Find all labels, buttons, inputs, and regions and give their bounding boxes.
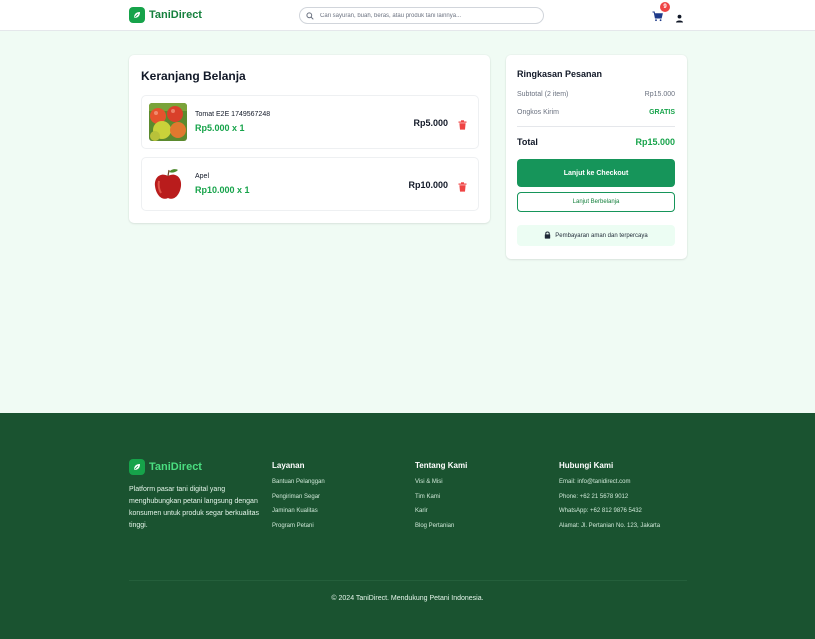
cart-item: Apel Rp10.000 x 1 Rp10.000 — [141, 157, 479, 211]
search-bar[interactable] — [299, 7, 544, 24]
total-label: Total — [517, 137, 538, 147]
footer-link[interactable]: Karir — [415, 508, 467, 523]
item-price-qty: Rp5.000 x 1 — [195, 123, 245, 133]
brand-logo[interactable]: TaniDirect — [129, 7, 202, 23]
trash-icon[interactable] — [458, 117, 467, 130]
top-header: TaniDirect 9 — [0, 0, 815, 31]
product-image-apple[interactable] — [149, 165, 187, 203]
secure-payment-text: Pembayaran aman dan terpercaya — [555, 232, 648, 239]
item-total: Rp10.000 — [408, 180, 448, 190]
contact-address: Alamat: Jl. Pertanian No. 123, Jakarta — [559, 522, 661, 529]
total-value: Rp15.000 — [635, 137, 675, 147]
item-total: Rp5.000 — [413, 118, 448, 128]
footer-column-title: Hubungi Kami — [559, 461, 614, 470]
subtotal-row: Subtotal (2 item) Rp15.000 — [517, 91, 675, 98]
user-icon — [676, 14, 683, 23]
footer-link[interactable]: Program Petani — [272, 523, 325, 538]
leaf-icon — [129, 7, 145, 23]
footer-column-contact: Hubungi Kami Email: info@tanidirect.com … — [559, 461, 660, 537]
trash-icon[interactable] — [458, 179, 467, 192]
footer-link[interactable]: Blog Pertanian — [415, 523, 467, 538]
continue-shopping-button[interactable]: Lanjut Berbelanja — [517, 192, 675, 212]
footer-link[interactable]: Tim Kami — [415, 494, 467, 509]
order-summary-panel: Ringkasan Pesanan Subtotal (2 item) Rp15… — [506, 55, 687, 259]
total-row: Total Rp15.000 — [517, 137, 675, 147]
cart-count-badge: 9 — [660, 2, 670, 12]
footer-about-text: Platform pasar tani digital yang menghub… — [129, 486, 259, 529]
footer-column-title: Tentang Kami — [415, 461, 468, 470]
item-price-qty: Rp10.000 x 1 — [195, 185, 250, 195]
site-footer: TaniDirect Platform pasar tani digital y… — [0, 413, 815, 639]
summary-title: Ringkasan Pesanan — [517, 69, 603, 79]
footer-link[interactable]: Bantuan Pelanggan — [272, 479, 325, 494]
search-icon — [306, 7, 314, 25]
checkout-button[interactable]: Lanjut ke Checkout — [517, 159, 675, 187]
subtotal-label: Subtotal (2 item) — [517, 91, 569, 98]
footer-link[interactable]: Visi & Misi — [415, 479, 467, 494]
cart-title: Keranjang Belanja — [141, 69, 246, 83]
contact-email: Email: info@tanidirect.com — [559, 479, 631, 485]
secure-payment-note: Pembayaran aman dan terpercaya — [517, 225, 675, 246]
cart-icon — [652, 11, 663, 22]
shipping-value: GRATIS — [649, 109, 675, 116]
footer-divider — [129, 580, 687, 581]
footer-link[interactable]: Jaminan Kualitas — [272, 508, 325, 523]
user-button[interactable] — [675, 10, 685, 23]
footer-column-services: Layanan Bantuan Pelanggan Pengiriman Seg… — [272, 461, 325, 537]
footer-column-title: Layanan — [272, 461, 305, 470]
contact-phone: Phone: +62 21 5678 9012 — [559, 493, 629, 500]
subtotal-value: Rp15.000 — [644, 91, 675, 98]
footer-brand-logo[interactable]: TaniDirect — [129, 459, 202, 475]
divider — [517, 126, 675, 127]
leaf-icon — [129, 459, 145, 475]
footer-brand-name: TaniDirect — [149, 461, 202, 473]
footer-column-about: Tentang Kami Visi & Misi Tim Kami Karir … — [415, 461, 467, 537]
cart-item: Tomat E2E 1749567248 Rp5.000 x 1 Rp5.000 — [141, 95, 479, 149]
item-name: Apel — [195, 173, 210, 180]
footer-link[interactable]: Pengiriman Segar — [272, 494, 325, 509]
cart-panel: Keranjang Belanja Tomat E2E 1749567248 R… — [129, 55, 490, 223]
contact-whatsapp: WhatsApp: +62 812 9876 5432 — [559, 508, 642, 514]
search-input[interactable] — [320, 12, 535, 19]
shipping-row: Ongkos Kirim GRATIS — [517, 109, 675, 116]
shipping-label: Ongkos Kirim — [517, 109, 560, 116]
copyright-text: © 2024 TaniDirect. Mendukung Petani Indo… — [331, 595, 484, 602]
brand-name: TaniDirect — [149, 9, 202, 21]
product-image-tomato[interactable] — [149, 103, 187, 141]
lock-icon — [544, 231, 551, 241]
item-name: Tomat E2E 1749567248 — [195, 111, 271, 118]
